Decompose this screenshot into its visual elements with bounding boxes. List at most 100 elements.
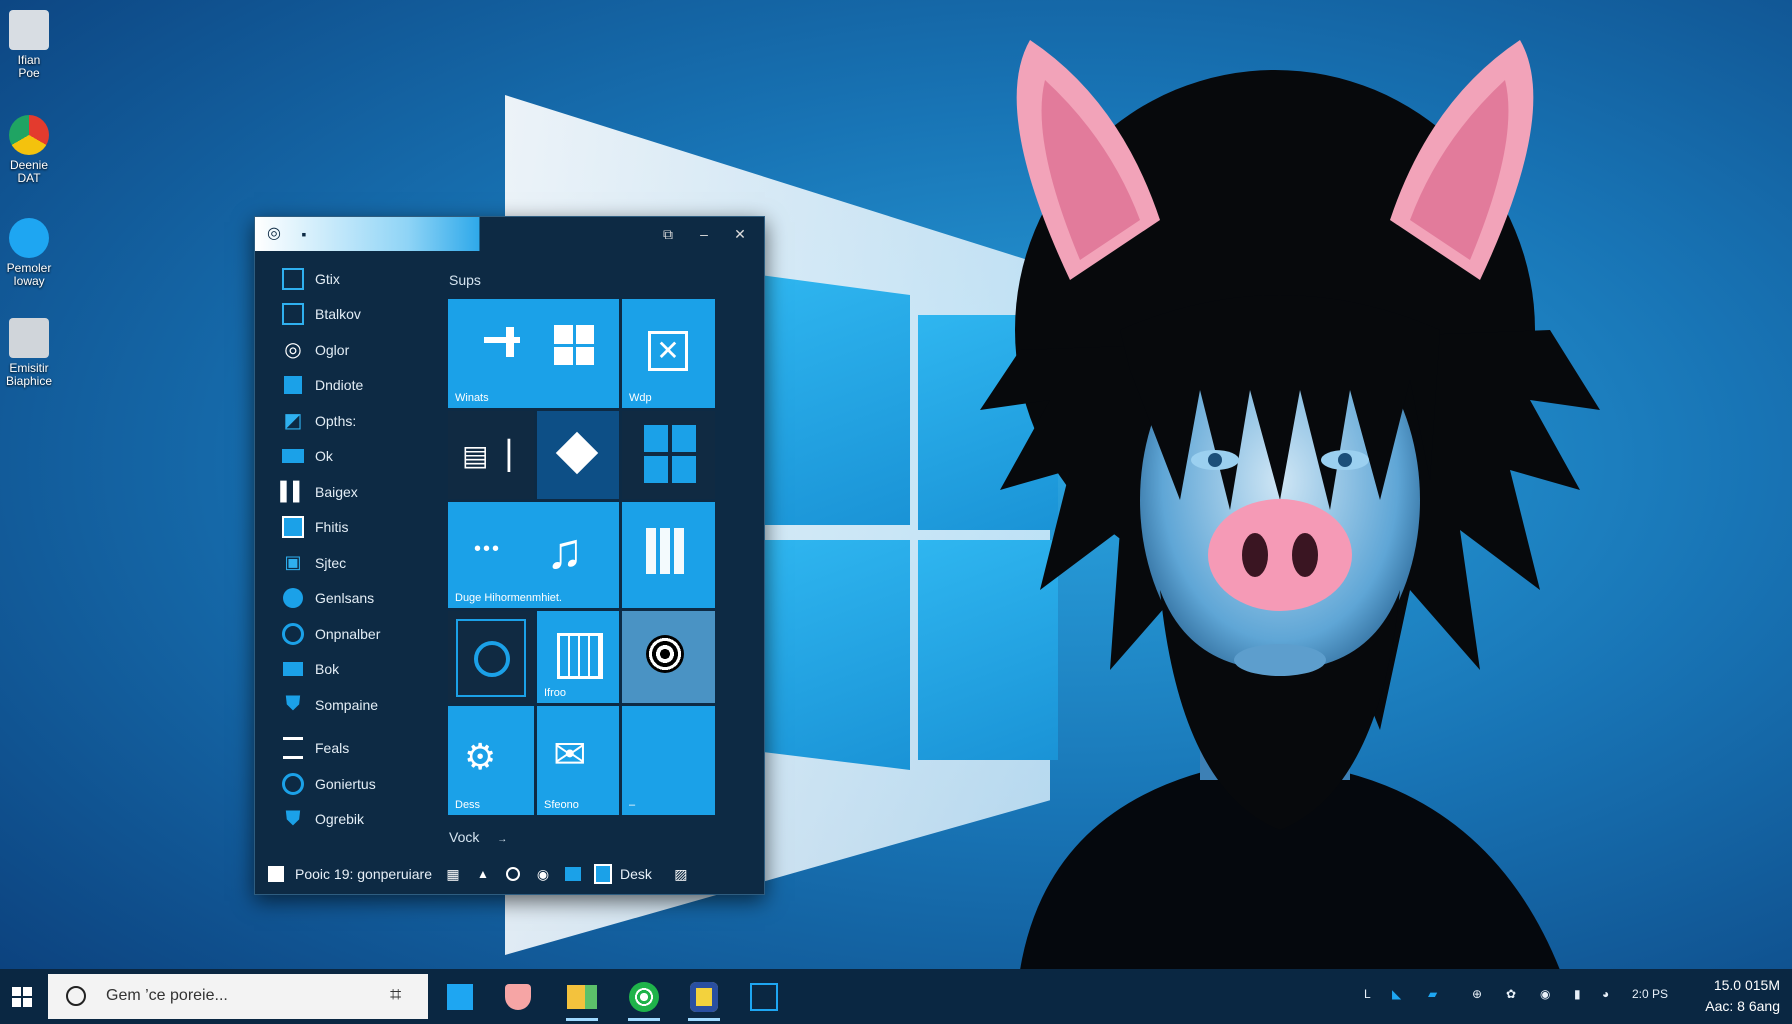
- taskbar-app-files[interactable]: [562, 977, 602, 1021]
- tile-ifroo[interactable]: Ifroo: [537, 611, 619, 703]
- app-list-item[interactable]: Ok: [281, 439, 421, 475]
- app-list-item[interactable]: Genlsans: [281, 581, 421, 617]
- window-title: ▪: [301, 226, 307, 242]
- start-window: ◎ ▪ ⧉ – ✕ Gtix Btalkov ◎ Oglor Dndiote ◩ O…: [254, 216, 765, 895]
- taskbar-app-store[interactable]: [440, 977, 480, 1017]
- app-list-item[interactable]: Goniertus: [281, 766, 421, 802]
- clock-time: 15.0 015M: [1713, 977, 1780, 993]
- calendar-icon[interactable]: ▦: [444, 865, 462, 883]
- circle-icon[interactable]: ◎: [261, 223, 287, 245]
- tray-flag-icon[interactable]: ◣: [1392, 987, 1401, 1001]
- user-label[interactable]: Pooic 19: gonperuiare: [295, 866, 432, 882]
- desktop-icon-chrome[interactable]: Deenie DAT: [0, 115, 58, 185]
- taskbar-app-pocket[interactable]: [498, 977, 538, 1017]
- image-icon[interactable]: ▨: [672, 865, 690, 883]
- start-button[interactable]: [0, 969, 44, 1024]
- desktop-icon-label: Biaphice: [5, 374, 53, 388]
- taskbar-app-notes[interactable]: [744, 977, 784, 1017]
- app-list-item[interactable]: Feals: [281, 731, 421, 767]
- search-input[interactable]: Gem ’ce poreie...: [106, 987, 228, 1005]
- app-list-item[interactable]: ⛊ Ogrebik: [281, 802, 421, 838]
- app-list-item[interactable]: Dndiote: [281, 368, 421, 404]
- app-list-item[interactable]: ◎ Oglor: [281, 332, 421, 368]
- desktop-icon-3[interactable]: Pemoler Ioway: [0, 218, 58, 288]
- tile-diamond[interactable]: [537, 411, 619, 499]
- task-view-icon[interactable]: ⌗: [390, 984, 401, 1007]
- target-icon: ◎: [284, 339, 302, 362]
- bag-icon: ▣: [284, 552, 302, 573]
- notes-icon: [750, 983, 778, 1011]
- app-list: Gtix Btalkov ◎ Oglor Dndiote ◩ Opths: Ok ▌…: [280, 261, 421, 838]
- x-box-icon: ✕: [648, 331, 688, 371]
- user-icon[interactable]: [267, 865, 285, 883]
- app-list-item[interactable]: Gtix: [281, 261, 421, 297]
- app-list-item-label: Btalkov: [315, 306, 361, 323]
- file-icon: [9, 10, 49, 50]
- tray-battery-icon[interactable]: ▮: [1574, 987, 1581, 1001]
- desktop-icon-1[interactable]: Ifian Poe: [0, 10, 58, 80]
- tile-mail[interactable]: ✉ Sfeono: [537, 706, 619, 815]
- tile-document[interactable]: ▤▕: [448, 411, 534, 499]
- tile-windows[interactable]: [622, 411, 715, 499]
- desk-icon[interactable]: [594, 864, 612, 884]
- window-bottom-bar: Pooic 19: gonperuiare ▦ ▲ ◉ Desk ▨: [255, 854, 764, 894]
- close-button[interactable]: ✕: [727, 223, 753, 245]
- tile-winats[interactable]: Winats: [448, 299, 619, 408]
- search-box[interactable]: Gem ’ce poreie... ⌗: [48, 974, 428, 1019]
- desk-label[interactable]: Desk: [620, 866, 652, 882]
- bell-icon[interactable]: ▲: [474, 865, 492, 883]
- minimize-button[interactable]: –: [691, 223, 717, 245]
- shield-icon: ⛊: [285, 693, 301, 716]
- app-list-item-label: Goniertus: [315, 775, 376, 792]
- tile-speaker[interactable]: [448, 611, 534, 703]
- tile-dess[interactable]: ⚙ Dess: [448, 706, 534, 815]
- tray-network-icon[interactable]: ▰: [1428, 987, 1437, 1001]
- desktop-icon-4[interactable]: Emisitir Biaphice: [0, 318, 58, 388]
- tile-label: Wdp: [629, 392, 652, 404]
- app-list-item-label: Gtix: [315, 270, 340, 287]
- app-list-item-label: Opths:: [315, 412, 357, 429]
- app-list-item[interactable]: ◩ Opths:: [281, 403, 421, 439]
- square-icon: [281, 267, 305, 290]
- store-icon: [447, 984, 473, 1010]
- tile-empty[interactable]: –: [622, 706, 715, 815]
- taskbar-app-badge[interactable]: [684, 977, 724, 1021]
- tile-grid-app[interactable]: [622, 502, 715, 608]
- windows-icon: [554, 325, 594, 365]
- circle-icon: [281, 587, 305, 609]
- tray-volume-icon[interactable]: ◕: [1602, 987, 1609, 1001]
- app-list-item[interactable]: ▌▌ Baigex: [280, 474, 421, 510]
- app-list-item-label: Onpnalber: [315, 625, 381, 642]
- taskbar: Gem ’ce poreie... ⌗ L ◣ ▰ ⊕ ✿ ◉ ▮ ◕ 2:0 …: [0, 969, 1792, 1024]
- tile-wdp[interactable]: ✕ Wdp: [622, 299, 715, 408]
- tile-target[interactable]: [622, 611, 715, 703]
- tile-music[interactable]: ••• ♫ Duge Hihormenmhiet.: [448, 502, 619, 608]
- dots-icon: •••: [474, 538, 502, 560]
- diamond-icon: [555, 431, 599, 475]
- app-list-item-label: Ogrebik: [315, 811, 365, 828]
- app-list-item[interactable]: Onpnalber: [281, 616, 421, 652]
- circle-icon[interactable]: [504, 865, 522, 883]
- document-icon: [9, 318, 49, 358]
- tray-chat-icon[interactable]: ◉: [1540, 987, 1550, 1001]
- app-list-item[interactable]: Btalkov: [281, 297, 421, 333]
- app-list-item[interactable]: Fhitis: [281, 510, 421, 546]
- app-list-item[interactable]: Bok: [281, 652, 421, 688]
- taskbar-app-green[interactable]: [624, 977, 664, 1021]
- tray-globe-icon[interactable]: ⊕: [1472, 987, 1482, 1001]
- tile-grid: Winats ✕ Wdp ▤▕ ••• ♫ Duge Hihormenmhiet…: [448, 299, 715, 821]
- restore-button[interactable]: ⧉: [655, 223, 681, 245]
- flag-icon[interactable]: [564, 865, 582, 883]
- window-titlebar[interactable]: ◎ ▪ ⧉ – ✕: [255, 217, 764, 251]
- app-list-item[interactable]: ▣ Sjtec: [281, 545, 421, 581]
- clock[interactable]: 15.0 015M Aac: 8 6ang: [1705, 975, 1780, 1017]
- app-list-item[interactable]: ⛊ Sompaine: [281, 687, 421, 723]
- gear-icon: ⚙: [464, 736, 497, 777]
- tray-text-icon[interactable]: L: [1364, 987, 1371, 1001]
- windows-icon: [644, 425, 696, 483]
- globe-icon[interactable]: ◉: [534, 865, 552, 883]
- app-list-item-label: Genlsans: [315, 590, 375, 607]
- tray-gear-icon[interactable]: ✿: [1506, 987, 1516, 1001]
- music-icon: ♫: [546, 523, 584, 579]
- wallpaper-logo-pane: [760, 275, 910, 525]
